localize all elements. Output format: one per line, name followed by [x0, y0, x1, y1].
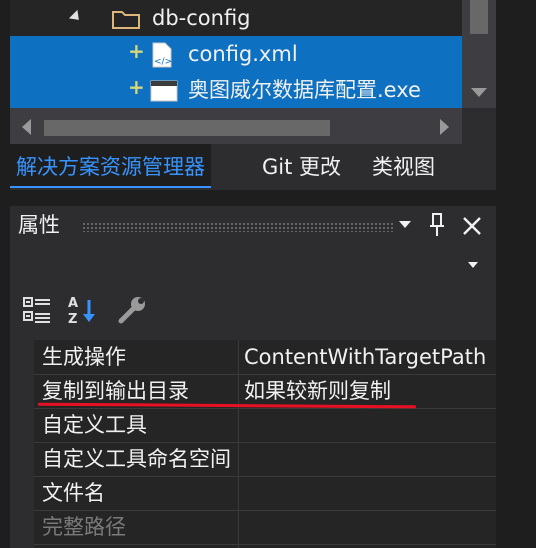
folder-label: db-config — [152, 6, 251, 30]
tab-class-view[interactable]: 类视图 — [372, 144, 435, 190]
pin-icon[interactable] — [428, 212, 446, 238]
svg-text:A: A — [68, 296, 78, 311]
solution-tree: db-config + </> config.xml + 奥图威尔数据库配置.e… — [10, 0, 496, 108]
scroll-thumb[interactable] — [44, 120, 330, 136]
properties-header: 属性 — [10, 206, 496, 246]
file-label: config.xml — [188, 42, 298, 66]
tool-window-tabs: 解决方案资源管理器 Git 更改 类视图 — [10, 144, 536, 190]
property-row[interactable]: 自定义工具命名空间 — [34, 442, 496, 477]
scroll-left-icon[interactable] — [22, 119, 31, 135]
properties-title: 属性 — [18, 213, 60, 237]
tree-vertical-scrollbar[interactable] — [462, 0, 496, 108]
svg-text:Z: Z — [68, 312, 77, 326]
scroll-right-icon[interactable] — [440, 119, 449, 135]
scroll-down-icon[interactable] — [471, 88, 487, 97]
file-label: 奥图威尔数据库配置.exe — [188, 78, 421, 102]
property-name: 完整路径 — [42, 515, 126, 539]
property-name: 自定义工具 — [42, 413, 147, 437]
xml-file-icon: </> — [152, 42, 172, 68]
property-row[interactable]: 完整路径 — [34, 510, 496, 545]
property-value[interactable]: ContentWithTargetPath — [244, 342, 494, 372]
svg-text:</>: </> — [154, 57, 172, 67]
object-selector-combo[interactable] — [10, 246, 496, 284]
properties-toolbar: A Z — [10, 284, 496, 340]
tab-git-changes[interactable]: Git 更改 — [262, 144, 341, 190]
chevron-down-icon[interactable] — [468, 262, 478, 268]
scroll-corner — [462, 108, 496, 144]
dropdown-arrow-icon[interactable] — [398, 220, 412, 230]
property-row[interactable]: 自定义工具 — [34, 408, 496, 443]
property-name: 生成操作 — [42, 345, 126, 369]
property-grid: 生成操作 ContentWithTargetPath 复制到输出目录 如果较新则… — [10, 340, 496, 548]
tree-row-exe[interactable]: + 奥图威尔数据库配置.exe — [10, 72, 472, 108]
close-icon[interactable] — [462, 216, 482, 236]
property-name: 复制到输出目录 — [42, 379, 189, 403]
grid-gutter — [10, 340, 34, 548]
property-name: 自定义工具命名空间 — [42, 447, 231, 471]
property-name: 文件名 — [42, 481, 105, 505]
property-row[interactable]: 生成操作 ContentWithTargetPath — [34, 340, 496, 375]
property-row[interactable]: 文件名 — [34, 476, 496, 511]
folder-icon — [112, 11, 140, 29]
tree-row-folder[interactable]: db-config — [10, 0, 472, 36]
tree-horizontal-scrollbar[interactable] — [10, 108, 462, 144]
sort-alphabetical-icon[interactable]: A Z — [66, 294, 98, 326]
add-icon: + — [128, 75, 145, 99]
tree-row-config-xml[interactable]: + </> config.xml — [10, 36, 472, 72]
drag-grip[interactable] — [82, 222, 394, 232]
property-pages-wrench-icon[interactable] — [116, 294, 148, 326]
categorized-icon[interactable] — [22, 294, 54, 326]
expanded-triangle-icon[interactable] — [68, 9, 84, 25]
window-edge — [496, 0, 536, 548]
property-value[interactable]: 如果较新则复制 — [244, 376, 494, 406]
exe-window-icon — [150, 80, 178, 102]
tab-solution-explorer[interactable]: 解决方案资源管理器 — [10, 144, 211, 188]
scroll-thumb[interactable] — [470, 0, 488, 34]
add-icon: + — [128, 39, 145, 63]
